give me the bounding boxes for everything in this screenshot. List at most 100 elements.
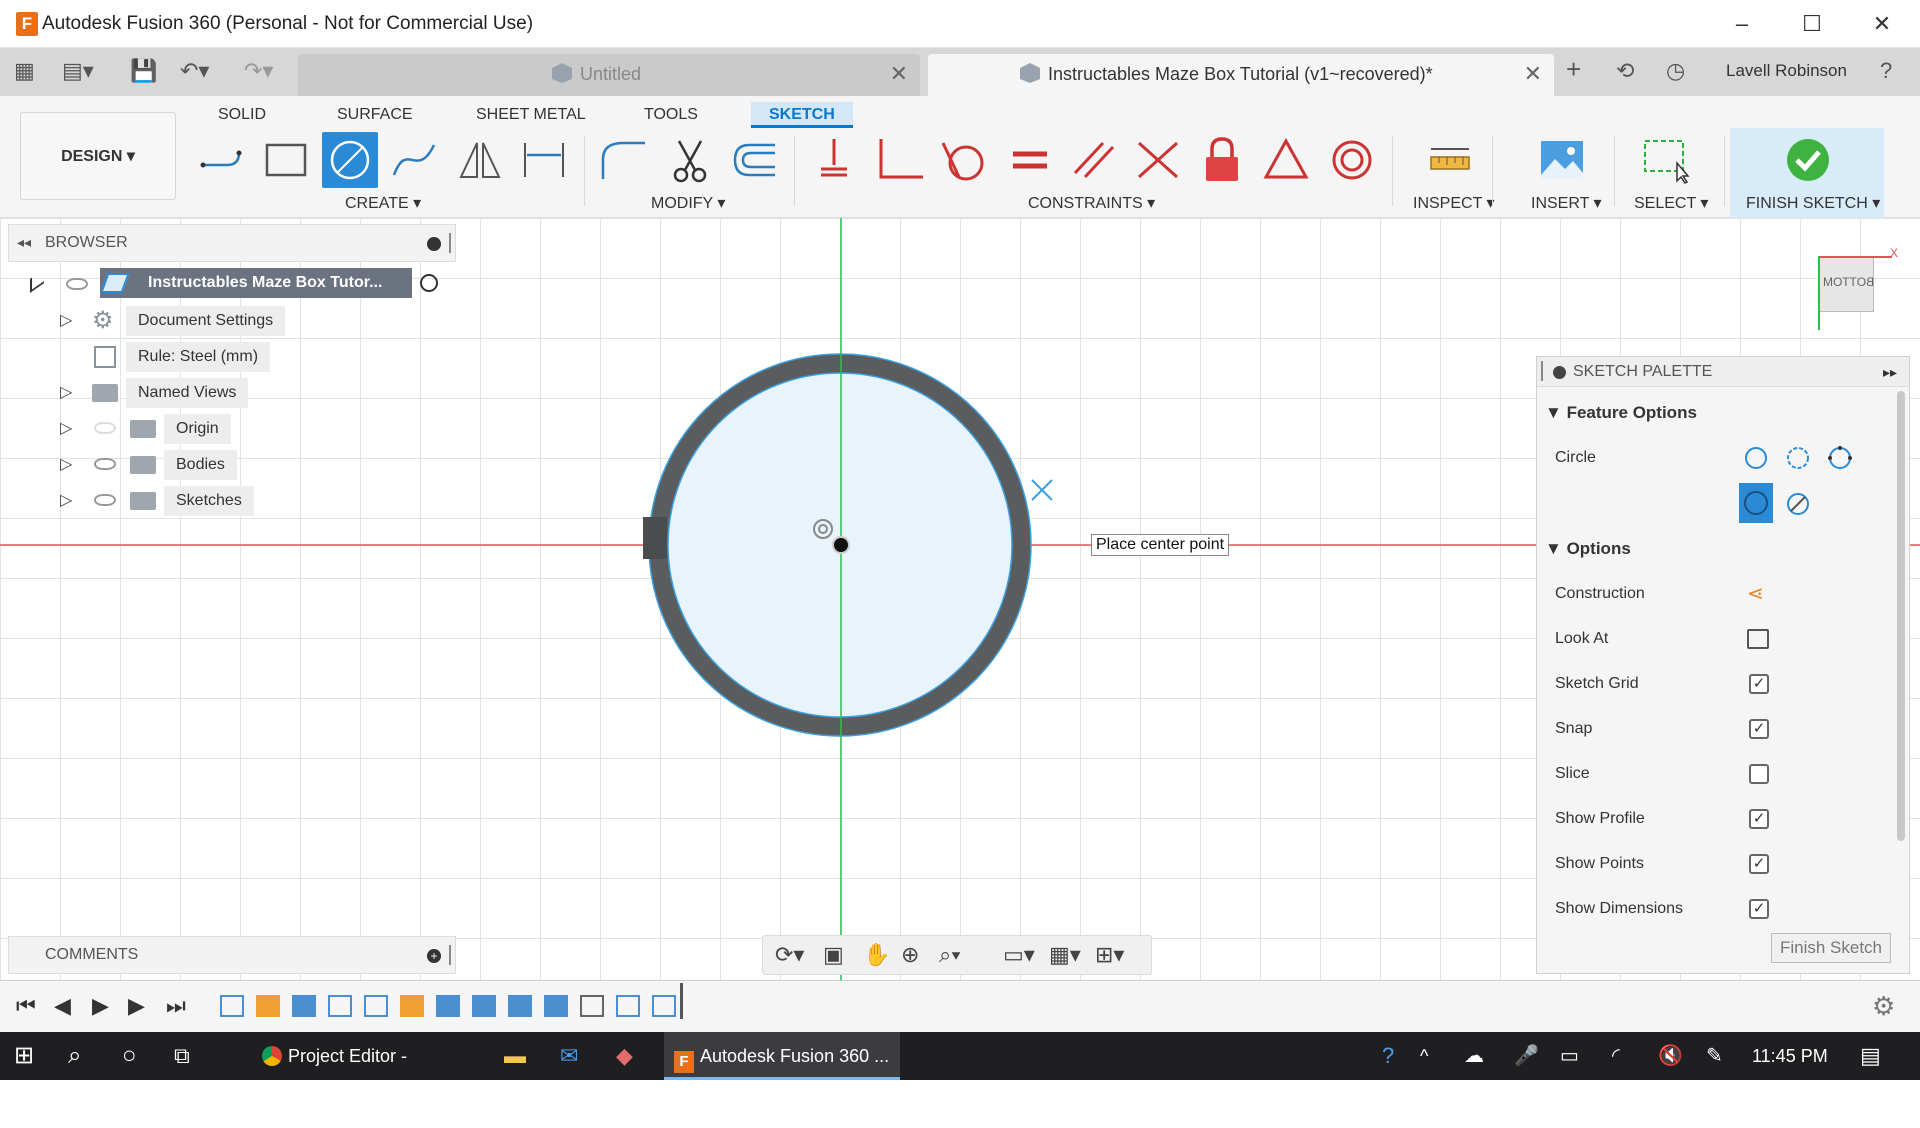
data-panel-grid-icon[interactable]: ▦: [14, 58, 35, 84]
timeline-extrude-icon[interactable]: [400, 995, 424, 1017]
pan-hand-icon[interactable]: ✋: [863, 942, 890, 968]
onedrive-cloud-icon[interactable]: ☁: [1464, 1032, 1484, 1080]
view-cube[interactable]: BOTTOM: [1818, 256, 1874, 312]
workspace-switcher-button[interactable]: DESIGN ▾: [20, 112, 176, 200]
file-explorer-icon[interactable]: ▬: [504, 1032, 526, 1080]
options-header[interactable]: ▼ Options: [1545, 539, 1631, 559]
timeline-body-icon[interactable]: [544, 995, 568, 1017]
browser-item-named-views[interactable]: Named Views: [126, 378, 249, 408]
show-profile-checkbox[interactable]: ✓: [1749, 809, 1769, 829]
timeline-features[interactable]: [220, 995, 680, 1021]
timeline-sketch-icon[interactable]: [652, 995, 676, 1017]
help-circle-icon[interactable]: ?: [1382, 1032, 1394, 1080]
comments-panel-header[interactable]: COMMENTS +: [8, 936, 456, 974]
save-icon[interactable]: 💾: [130, 58, 157, 84]
select-window-icon[interactable]: [1638, 132, 1694, 188]
center-diameter-circle-icon[interactable]: [1743, 445, 1769, 471]
timeline-body-icon[interactable]: [292, 995, 316, 1017]
dimension-tool-icon[interactable]: [516, 132, 572, 188]
timeline-sketch-icon[interactable]: [220, 995, 244, 1017]
finish-sketch-check-icon[interactable]: [1780, 132, 1836, 188]
create-menu[interactable]: CREATE ▾: [345, 193, 421, 213]
insert-image-icon[interactable]: [1534, 132, 1590, 188]
grid-settings-icon[interactable]: ▦▾: [1049, 942, 1081, 968]
hidden-eye-icon[interactable]: [94, 422, 116, 434]
visibility-eye-icon[interactable]: [94, 458, 116, 470]
fix-lock-icon[interactable]: [1194, 132, 1250, 188]
fit-zoom-icon[interactable]: ⌕▾: [939, 942, 961, 968]
finish-sketch-button[interactable]: Finish Sketch: [1771, 933, 1891, 963]
circle-tool-icon[interactable]: [322, 132, 378, 188]
redo-icon[interactable]: ↷▾: [244, 58, 273, 84]
search-icon[interactable]: ⌕: [68, 1032, 81, 1080]
finish-sketch-area[interactable]: FINISH SKETCH ▾: [1730, 128, 1884, 218]
browser-item-origin[interactable]: Origin: [164, 414, 231, 444]
step-forward-icon[interactable]: ▶: [128, 993, 145, 1019]
timeline-extrude-icon[interactable]: [256, 995, 280, 1017]
volume-muted-icon[interactable]: 🔇: [1658, 1032, 1683, 1080]
collinear-constraint-icon[interactable]: [1130, 132, 1186, 188]
feature-options-header[interactable]: ▼ Feature Options: [1545, 403, 1697, 423]
visibility-eye-icon[interactable]: [94, 494, 116, 506]
taskbar-item-chrome[interactable]: Project Editor - Instruc...: [252, 1032, 480, 1114]
expand-arrow-icon[interactable]: ▷: [60, 490, 72, 510]
pen-icon[interactable]: ✎: [1706, 1032, 1723, 1080]
notification-center-icon[interactable]: ▤: [1860, 1032, 1881, 1080]
browser-panel-header[interactable]: ◂◂ BROWSER: [8, 224, 456, 262]
windows-start-icon[interactable]: ⊞: [14, 1032, 34, 1080]
help-icon[interactable]: ?: [1880, 58, 1892, 84]
spline-tool-icon[interactable]: [386, 132, 442, 188]
tab-solid[interactable]: SOLID: [218, 102, 266, 128]
taskbar-item-fusion[interactable]: F Autodesk Fusion 360 ...: [664, 1032, 900, 1080]
snap-checkbox[interactable]: ✓: [1749, 719, 1769, 739]
battery-icon[interactable]: ▭: [1560, 1032, 1579, 1080]
perpendicular-constraint-icon[interactable]: [872, 132, 928, 188]
collapse-double-arrow-icon[interactable]: ◂◂: [17, 234, 31, 251]
browser-root-item[interactable]: Instructables Maze Box Tutor...: [100, 268, 412, 298]
file-menu-icon[interactable]: ▤▾: [62, 58, 94, 84]
tangent-circle-icon[interactable]: [1785, 491, 1811, 517]
show-hidden-icons-chevron-icon[interactable]: ^: [1420, 1032, 1428, 1080]
zoom-icon[interactable]: ⊕: [901, 942, 919, 968]
minimize-button[interactable]: –: [1722, 8, 1762, 40]
mirror-tool-icon[interactable]: [452, 132, 508, 188]
add-comment-icon[interactable]: +: [427, 949, 441, 963]
task-view-icon[interactable]: ⧉: [174, 1032, 190, 1080]
close-tab-icon[interactable]: ✕: [1524, 54, 1542, 94]
expand-arrow-icon[interactable]: ▷: [60, 310, 72, 330]
measure-ruler-icon[interactable]: [1422, 132, 1478, 188]
select-menu[interactable]: SELECT ▾: [1634, 193, 1708, 213]
play-icon[interactable]: ▶: [92, 993, 109, 1019]
constraints-menu[interactable]: CONSTRAINTS ▾: [1028, 193, 1155, 213]
tab-surface[interactable]: SURFACE: [337, 102, 413, 128]
modify-menu[interactable]: MODIFY ▾: [651, 193, 725, 213]
offset-tool-icon[interactable]: [726, 132, 782, 188]
drag-handle-icon[interactable]: [449, 945, 451, 965]
timeline-settings-gear-icon[interactable]: ⚙: [1872, 991, 1895, 1022]
minus-circle-icon[interactable]: [1553, 366, 1566, 379]
show-points-checkbox[interactable]: ✓: [1749, 854, 1769, 874]
orbit-icon[interactable]: ⟳▾: [775, 942, 804, 968]
sketch-grid-checkbox[interactable]: ✓: [1749, 674, 1769, 694]
construction-icon[interactable]: ⋖: [1747, 581, 1764, 606]
symmetry-constraint-icon[interactable]: [1258, 132, 1314, 188]
palette-scrollbar[interactable]: [1897, 391, 1905, 841]
two-point-circle-icon[interactable]: [1785, 445, 1811, 471]
tangent-constraint-icon[interactable]: [936, 132, 992, 188]
parallel-constraint-icon[interactable]: [1066, 132, 1122, 188]
sketch-palette-header[interactable]: SKETCH PALETTE ▸▸: [1537, 357, 1909, 387]
job-status-clock-icon[interactable]: ◷: [1666, 58, 1685, 84]
tab-maze-box-tutorial[interactable]: Instructables Maze Box Tutorial (v1~reco…: [928, 54, 1554, 96]
timeline-marker[interactable]: [680, 983, 683, 1019]
tab-untitled[interactable]: Untitled ✕: [298, 54, 920, 96]
user-account-name[interactable]: Lavell Robinson: [1726, 61, 1847, 81]
drag-handle-icon[interactable]: [1541, 361, 1543, 381]
close-tab-icon[interactable]: ✕: [890, 54, 908, 94]
three-point-circle-icon[interactable]: [1827, 445, 1853, 471]
fillet-tool-icon[interactable]: [596, 132, 652, 188]
extensions-icon[interactable]: ⟲: [1616, 58, 1634, 84]
display-settings-icon[interactable]: ▭▾: [1003, 942, 1035, 968]
close-button[interactable]: ✕: [1862, 8, 1902, 40]
expand-arrow-icon[interactable]: ▷: [60, 454, 72, 474]
slice-checkbox[interactable]: [1749, 764, 1769, 784]
